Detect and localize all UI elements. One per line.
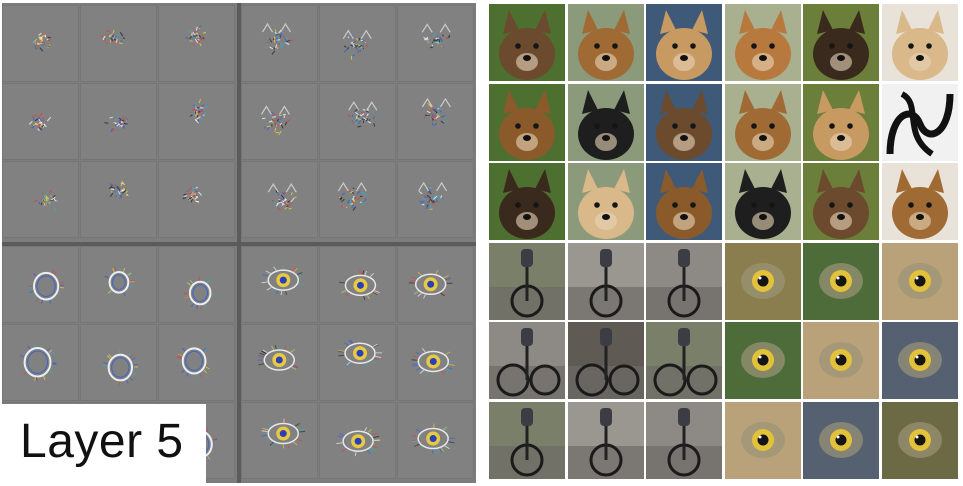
image-patch-ornament: [882, 84, 958, 161]
image-patch-owl-eye: [725, 402, 801, 479]
image-patch-dog: [489, 163, 565, 240]
layer-label: Layer 5: [20, 415, 184, 468]
image-patch-dog: [646, 4, 722, 81]
image-patch-dog: [882, 163, 958, 240]
deconv-cell: [158, 5, 235, 82]
deconv-cell: [319, 83, 396, 160]
image-patch-eye-object: [882, 243, 958, 320]
image-patch-unicycle: [646, 243, 722, 320]
deconv-cell: [80, 324, 157, 401]
deconv-cell: [397, 161, 474, 238]
image-patch-unicycle: [568, 243, 644, 320]
image-patch-deer: [803, 163, 879, 240]
deconv-cell: [241, 5, 318, 82]
deconv-cell: [241, 246, 318, 323]
deconv-cell: [2, 83, 79, 160]
image-patch-bicycle: [568, 322, 644, 399]
image-patch-unicycle: [646, 402, 722, 479]
image-patch-frog-eye: [803, 322, 879, 399]
image-patch-dog: [568, 4, 644, 81]
image-patch-lizard-eye: [803, 402, 879, 479]
image-patch-dog: [725, 163, 801, 240]
deconv-cell: [158, 324, 235, 401]
image-patch-dog: [489, 4, 565, 81]
deconv-cell: [397, 246, 474, 323]
deconv-cell: [80, 246, 157, 323]
image-patch-dog: [882, 4, 958, 81]
image-patch-bird-eye: [803, 243, 879, 320]
image-patch-lizard-eye: [725, 243, 801, 320]
deconv-cell: [2, 5, 79, 82]
deconv-cell: [241, 83, 318, 160]
deconv-group-animal-face-features: [241, 3, 476, 242]
deconv-cell: [2, 324, 79, 401]
group-divider-horizontal: [2, 242, 476, 246]
deconv-cell: [241, 324, 318, 401]
deconv-cell: [158, 83, 235, 160]
deconv-cell: [80, 161, 157, 238]
image-patch-dog: [646, 163, 722, 240]
image-patch-bird-eye: [882, 322, 958, 399]
image-patch-unicycle: [489, 243, 565, 320]
image-patch-grid: [489, 4, 959, 482]
deconv-cell: [2, 161, 79, 238]
deconv-cell: [319, 324, 396, 401]
deconv-cell: [397, 83, 474, 160]
deconv-group-eye-features: [241, 246, 476, 483]
deconv-cell: [397, 402, 474, 479]
deconv-cell: [241, 161, 318, 238]
layer-label-box: Layer 5: [2, 404, 206, 484]
image-patch-lizard-eye: [882, 402, 958, 479]
deconv-cell: [319, 402, 396, 479]
image-patch-tricycle: [489, 402, 565, 479]
image-patch-bicycle: [489, 322, 565, 399]
deconv-group-dog-face-features: [2, 3, 237, 242]
image-patch-dog: [725, 4, 801, 81]
deconv-cell: [397, 5, 474, 82]
deconv-cell: [158, 246, 235, 323]
image-patch-dog: [725, 84, 801, 161]
image-patch-dog: [568, 84, 644, 161]
deconv-cell: [397, 324, 474, 401]
deconv-cell: [80, 83, 157, 160]
deconv-cell: [319, 161, 396, 238]
deconv-cell: [241, 402, 318, 479]
image-patch-dog: [489, 84, 565, 161]
deconv-cell: [80, 5, 157, 82]
deconv-cell: [2, 246, 79, 323]
image-patch-bicycle: [646, 322, 722, 399]
image-patch-dog: [646, 84, 722, 161]
image-patch-dog: [803, 4, 879, 81]
image-patch-bird-eye: [725, 322, 801, 399]
deconv-cell: [319, 5, 396, 82]
image-patch-dog: [803, 84, 879, 161]
deconv-cell: [319, 246, 396, 323]
deconv-cell: [158, 161, 235, 238]
image-patch-bicycle-wheel: [568, 402, 644, 479]
image-patch-dog: [568, 163, 644, 240]
